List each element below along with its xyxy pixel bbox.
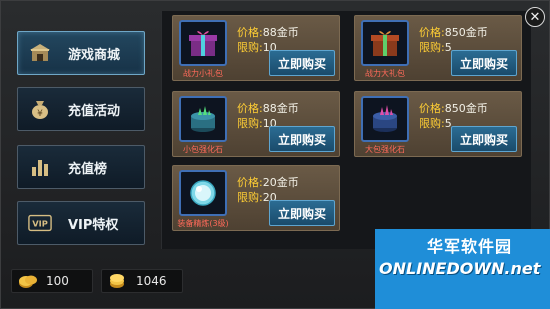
buy-now-button[interactable]: 立即购买 bbox=[269, 200, 335, 226]
buy-now-button[interactable]: 立即购买 bbox=[451, 50, 517, 76]
vip-icon: VIP bbox=[28, 211, 52, 235]
gift-box-pink-icon bbox=[179, 20, 227, 66]
gold-balance: 100 bbox=[11, 269, 93, 293]
green-crystal-box-icon bbox=[179, 96, 227, 142]
menu-item-label: 充值活动 bbox=[68, 103, 121, 119]
close-button[interactable]: ✕ bbox=[525, 7, 545, 27]
store-item-card: 小包强化石 价格:88金币 限购:10 立即购买 bbox=[172, 91, 340, 157]
buy-now-button[interactable]: 立即购买 bbox=[269, 126, 335, 152]
menu-item-label: VIP特权 bbox=[68, 217, 119, 233]
side-menu: 游戏商城 ¥ 充值活动 充值榜 VIP VIP特权 bbox=[9, 15, 151, 259]
menu-item-label: 充值榜 bbox=[68, 161, 108, 177]
watermark-cn: 华军软件园 bbox=[427, 237, 513, 256]
item-price: 价格:88金币 bbox=[237, 102, 299, 115]
ranking-bars-icon bbox=[28, 155, 52, 179]
menu-item-recharge-event[interactable]: ¥ 充值活动 bbox=[17, 87, 145, 131]
store-item-card: 大包强化石 价格:850金币 限购:5 立即购买 bbox=[354, 91, 522, 157]
coin-balance: 1046 bbox=[101, 269, 183, 293]
game-window: 游戏商城 ¥ 充值活动 充值榜 VIP VIP特权 战力小礼包 价格:88金币 … bbox=[0, 0, 550, 309]
item-name: 装备精炼(3级) bbox=[177, 219, 229, 228]
store-item-card: 装备精炼(3级) 价格:20金币 限购:20 立即购买 bbox=[172, 165, 340, 231]
buy-now-button[interactable]: 立即购买 bbox=[451, 126, 517, 152]
watermark: 华军软件园 ONLINEDOWN.net bbox=[375, 229, 550, 309]
item-price: 价格:88金币 bbox=[237, 26, 299, 39]
menu-item-shop[interactable]: 游戏商城 bbox=[17, 31, 145, 75]
item-name: 小包强化石 bbox=[183, 145, 223, 154]
svg-text:¥: ¥ bbox=[37, 109, 43, 119]
pink-crystal-box-icon bbox=[361, 96, 409, 142]
menu-item-vip[interactable]: VIP VIP特权 bbox=[17, 201, 145, 245]
item-name: 大包强化石 bbox=[365, 145, 405, 154]
coin-stack-icon bbox=[108, 273, 128, 289]
item-name: 战力小礼包 bbox=[183, 69, 223, 78]
store-item-card: 战力小礼包 价格:88金币 限购:10 立即购买 bbox=[172, 15, 340, 81]
svg-text:VIP: VIP bbox=[32, 219, 48, 229]
watermark-en: ONLINEDOWN.net bbox=[379, 259, 541, 278]
gold-amount: 100 bbox=[46, 274, 69, 288]
item-price: 价格:850金币 bbox=[419, 102, 488, 115]
shop-icon bbox=[28, 41, 52, 65]
store-item-card: 战力大礼包 价格:850金币 限购:5 立即购买 bbox=[354, 15, 522, 81]
item-price: 价格:20金币 bbox=[237, 176, 299, 189]
item-limit: 限购:5 bbox=[419, 41, 452, 54]
item-price: 价格:850金币 bbox=[419, 26, 488, 39]
buy-now-button[interactable]: 立即购买 bbox=[269, 50, 335, 76]
gold-coin-icon bbox=[18, 273, 38, 289]
refine-orb-icon bbox=[179, 170, 227, 216]
coin-amount: 1046 bbox=[136, 274, 167, 288]
item-limit: 限购:5 bbox=[419, 117, 452, 130]
store-panel: 战力小礼包 价格:88金币 限购:10 立即购买 战力大礼包 价格:850金币 … bbox=[161, 11, 531, 249]
close-icon: ✕ bbox=[529, 9, 541, 25]
money-bag-icon: ¥ bbox=[28, 97, 52, 121]
gift-box-orange-icon bbox=[361, 20, 409, 66]
item-name: 战力大礼包 bbox=[365, 69, 405, 78]
menu-item-recharge-ranking[interactable]: 充值榜 bbox=[17, 145, 145, 189]
menu-item-label: 游戏商城 bbox=[68, 47, 121, 63]
